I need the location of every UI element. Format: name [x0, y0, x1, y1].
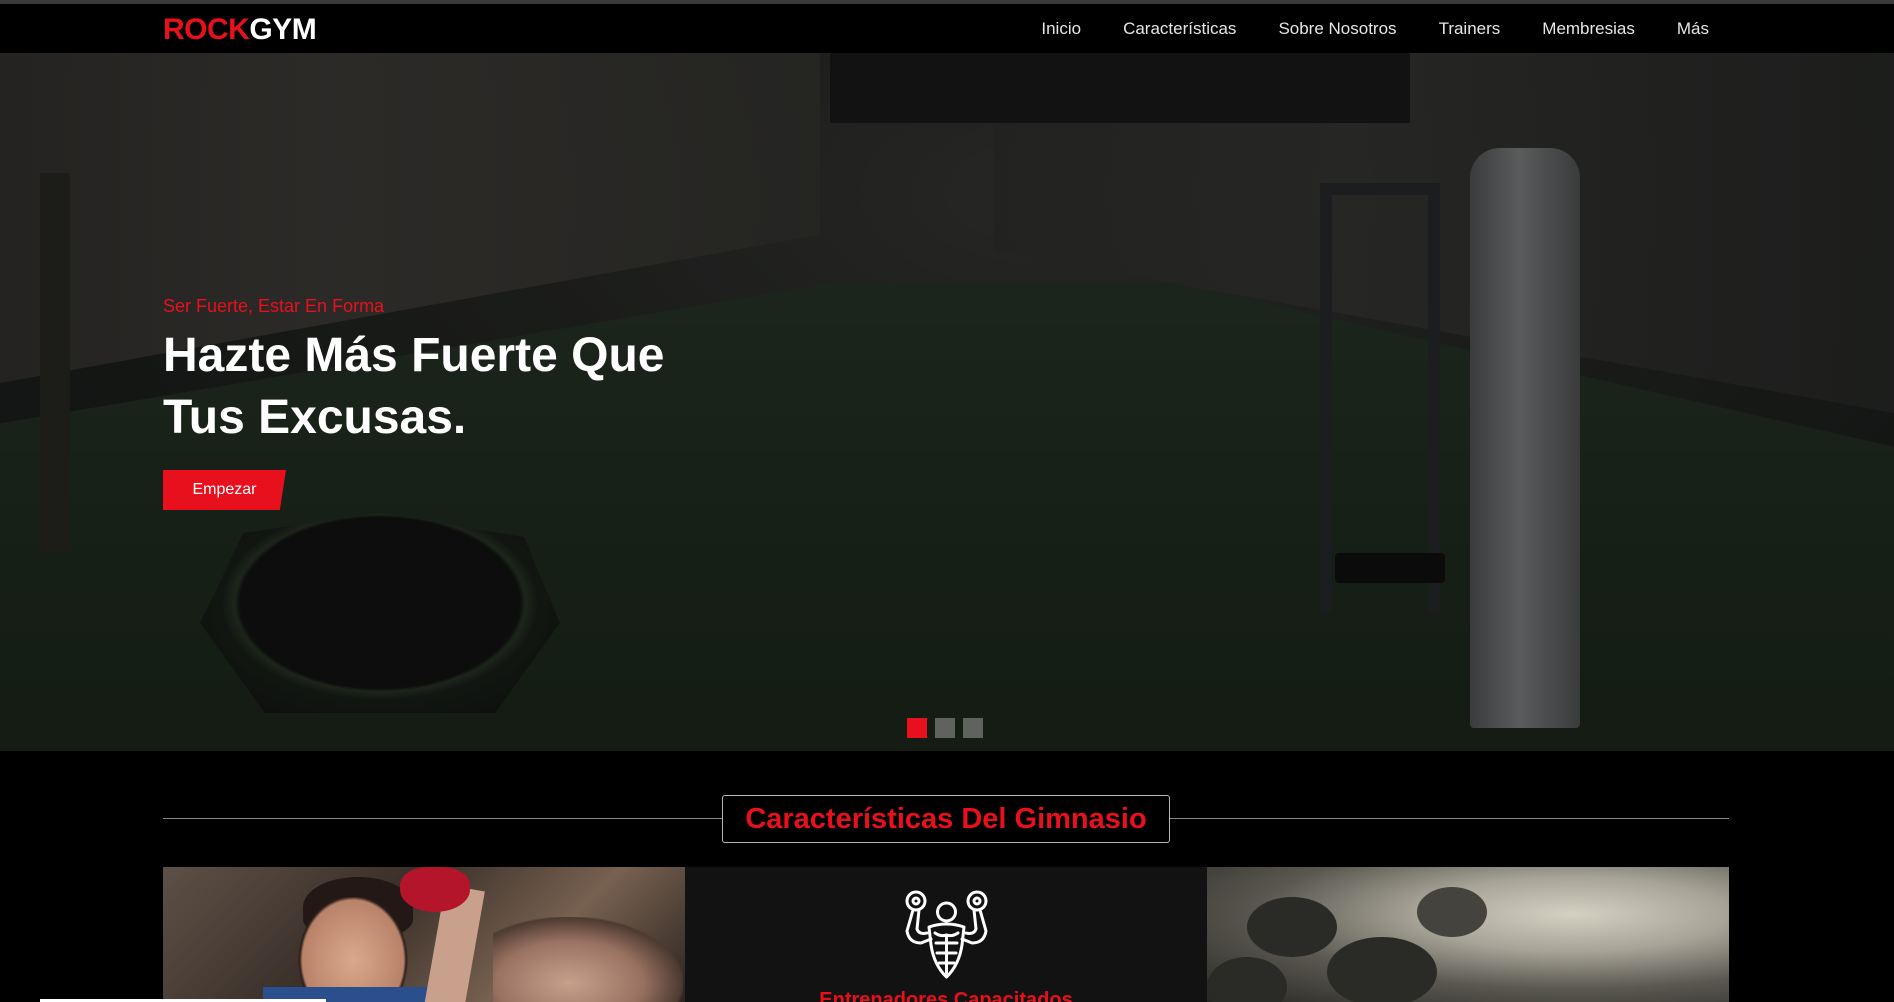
feature-card-photo-trainer: [163, 867, 685, 1002]
photo-person-face-2: [493, 917, 683, 1002]
start-button[interactable]: Empezar: [163, 470, 286, 510]
hero-slider: Ser Fuerte, Estar En Forma Hazte Más Fue…: [0, 53, 1894, 751]
nav-item-trainers[interactable]: Trainers: [1439, 19, 1501, 39]
slider-dot-2[interactable]: [935, 718, 955, 738]
slider-dots: [907, 718, 983, 738]
hero-title-line2: Tus Excusas.: [163, 391, 467, 444]
main-nav: Inicio Características Sobre Nosotros Tr…: [1041, 4, 1709, 53]
hero-title: Hazte Más Fuerte Que Tus Excusas.: [163, 325, 783, 449]
photo-dumbbell-blur-3: [1417, 887, 1487, 937]
slider-dot-3[interactable]: [963, 718, 983, 738]
nav-item-mas[interactable]: Más: [1677, 19, 1709, 39]
section-title-box: Características Del Gimnasio: [722, 795, 1170, 843]
nav-item-sobre-nosotros[interactable]: Sobre Nosotros: [1278, 19, 1396, 39]
hero-title-line1: Hazte Más Fuerte Que: [163, 329, 665, 382]
nav-item-membresias[interactable]: Membresias: [1542, 19, 1635, 39]
section-title: Características Del Gimnasio: [745, 802, 1147, 835]
photo-dumbbell-blur-2: [1327, 937, 1437, 1002]
photo-dumbbell-blur-1: [1247, 897, 1337, 957]
feature-card-title: Entrenadores Capacitados: [819, 989, 1073, 1002]
nav-item-inicio[interactable]: Inicio: [1041, 19, 1081, 39]
feature-card-trainers[interactable]: Entrenadores Capacitados: [685, 867, 1207, 1002]
photo-boxing-glove: [400, 867, 470, 912]
feature-card-photo-dumbbells: [1207, 867, 1729, 1002]
nav-item-caracteristicas[interactable]: Características: [1123, 19, 1236, 39]
brand-logo-part2: GYM: [249, 13, 317, 46]
slider-dot-1[interactable]: [907, 718, 927, 738]
muscle-dumbbells-icon: [899, 887, 994, 979]
navbar: ROCKGYM Inicio Características Sobre Nos…: [0, 4, 1894, 53]
hero-kicker: Ser Fuerte, Estar En Forma: [163, 296, 385, 316]
features-section: Características Del Gimnasio Entrenadore…: [0, 751, 1894, 1002]
brand-logo[interactable]: ROCKGYM: [163, 12, 317, 48]
photo-dumbbell-blur-4: [1207, 957, 1287, 1002]
brand-logo-part1: ROCK: [163, 13, 250, 46]
